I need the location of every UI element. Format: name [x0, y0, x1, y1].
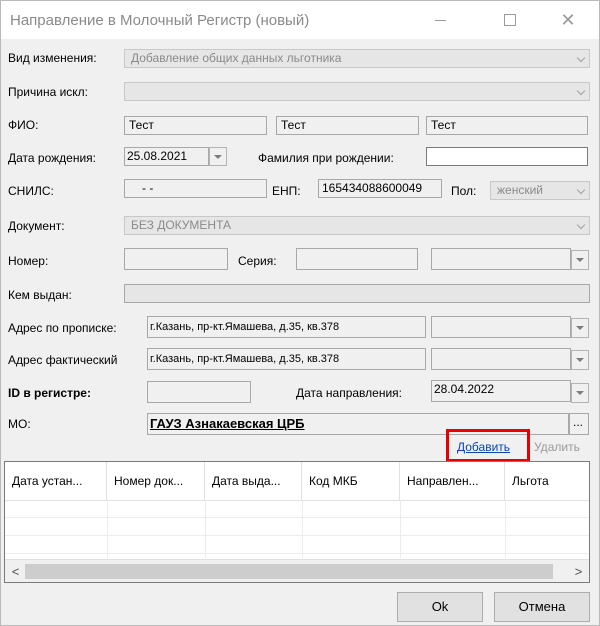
birth-date-field[interactable]: 25.08.2021	[124, 147, 209, 166]
exclusion-reason-select[interactable]	[124, 82, 590, 101]
actual-address-label: Адрес фактический	[8, 353, 118, 367]
grid-column-header[interactable]: Льгота	[505, 462, 589, 500]
reg-address-label: Адрес по прописке:	[8, 321, 117, 335]
referral-date-picker-button[interactable]	[571, 383, 589, 403]
registry-id-label: ID в регистре:	[8, 386, 91, 400]
referral-date-label: Дата направления:	[296, 386, 402, 400]
grid-column-header[interactable]: Дата выда...	[205, 462, 302, 500]
number-label: Номер:	[8, 254, 49, 268]
document-value: БЕЗ ДОКУМЕНТА	[131, 218, 232, 232]
change-type-label: Вид изменения:	[8, 51, 97, 65]
window-title: Направление в Молочный Регистр (новый)	[10, 12, 310, 29]
number-field[interactable]	[124, 248, 228, 270]
add-link[interactable]: Добавить	[457, 440, 510, 454]
ok-button[interactable]: Ok	[397, 592, 483, 622]
document-select[interactable]: БЕЗ ДОКУМЕНТА	[124, 216, 590, 235]
birth-date-label: Дата рождения:	[8, 151, 96, 165]
actual-address-field[interactable]: г.Казань, пр-кт.Ямашева, д.35, кв.378	[147, 348, 426, 370]
actual-address-dropdown-button[interactable]	[571, 350, 589, 370]
fio-label: ФИО:	[8, 118, 39, 132]
registry-id-field[interactable]	[147, 381, 251, 403]
scrollbar-thumb[interactable]	[25, 564, 553, 579]
referral-dialog: Направление в Молочный Регистр (новый) ✕…	[0, 0, 600, 626]
gender-select[interactable]: женский	[490, 181, 590, 200]
maximize-button[interactable]	[487, 1, 533, 39]
delete-link[interactable]: Удалить	[534, 440, 580, 454]
reg-address-field[interactable]: г.Казань, пр-кт.Ямашева, д.35, кв.378	[147, 316, 426, 338]
scroll-right-icon[interactable]: >	[570, 560, 587, 582]
snils-field[interactable]: - -	[124, 179, 267, 198]
gender-label: Пол:	[451, 184, 477, 198]
chevron-down-icon	[578, 187, 585, 194]
change-type-value: Добавление общих данных льготника	[131, 51, 342, 65]
series-field[interactable]	[296, 248, 418, 270]
grid-column-header[interactable]: Номер док...	[107, 462, 205, 500]
birth-surname-field[interactable]	[426, 147, 588, 166]
referral-date-field[interactable]: 28.04.2022	[431, 380, 571, 402]
maximize-icon	[504, 14, 516, 26]
middle-name-field[interactable]: Тест	[426, 116, 588, 135]
grid-column-header[interactable]: Дата устан...	[5, 462, 107, 500]
close-icon: ✕	[560, 10, 576, 30]
close-button[interactable]: ✕	[545, 1, 591, 39]
grid-column-header[interactable]: Направлен...	[400, 462, 505, 500]
issued-by-label: Кем выдан:	[8, 288, 72, 302]
table-row[interactable]	[5, 500, 589, 518]
mo-label: МО:	[8, 417, 31, 431]
change-type-select[interactable]: Добавление общих данных льготника	[124, 49, 590, 68]
table-row[interactable]	[5, 536, 589, 554]
horizontal-scrollbar[interactable]: < >	[5, 559, 589, 582]
enp-label: ЕНП:	[272, 184, 301, 198]
reg-address-dropdown-button[interactable]	[571, 318, 589, 338]
snils-label: СНИЛС:	[8, 184, 54, 198]
column-divider	[400, 500, 401, 558]
series-label: Серия:	[238, 254, 277, 268]
enp-field[interactable]: 165434088600049	[318, 179, 442, 198]
exclusion-reason-label: Причина искл:	[8, 85, 89, 99]
benefits-grid[interactable]: Дата устан... Номер док... Дата выда... …	[4, 461, 590, 583]
scroll-left-icon[interactable]: <	[7, 560, 24, 582]
series-dropdown-button[interactable]	[571, 250, 589, 270]
column-divider	[302, 500, 303, 558]
chevron-down-icon	[578, 55, 585, 62]
document-label: Документ:	[8, 219, 65, 233]
mo-browse-button[interactable]: ...	[569, 413, 589, 435]
chevron-down-icon	[578, 222, 585, 229]
grid-column-header[interactable]: Код МКБ	[302, 462, 400, 500]
table-row[interactable]	[5, 518, 589, 536]
title-bar: Направление в Молочный Регистр (новый) ✕	[1, 1, 599, 39]
series-select[interactable]	[431, 248, 571, 270]
minimize-button[interactable]	[417, 1, 463, 39]
last-name-field[interactable]: Тест	[124, 116, 267, 135]
gender-value: женский	[497, 183, 543, 197]
reg-address-select[interactable]	[431, 316, 571, 338]
first-name-field[interactable]: Тест	[276, 116, 419, 135]
grid-header: Дата устан... Номер док... Дата выда... …	[5, 462, 589, 501]
column-divider	[505, 500, 506, 558]
birth-date-picker-button[interactable]	[209, 147, 227, 166]
chevron-down-icon	[578, 88, 585, 95]
column-divider	[205, 500, 206, 558]
cancel-button[interactable]: Отмена	[494, 592, 590, 622]
birth-surname-label: Фамилия при рождении:	[258, 151, 394, 165]
minimize-icon	[434, 19, 446, 21]
issued-by-field[interactable]	[124, 284, 590, 303]
actual-address-select[interactable]	[431, 348, 571, 370]
column-divider	[107, 500, 108, 558]
